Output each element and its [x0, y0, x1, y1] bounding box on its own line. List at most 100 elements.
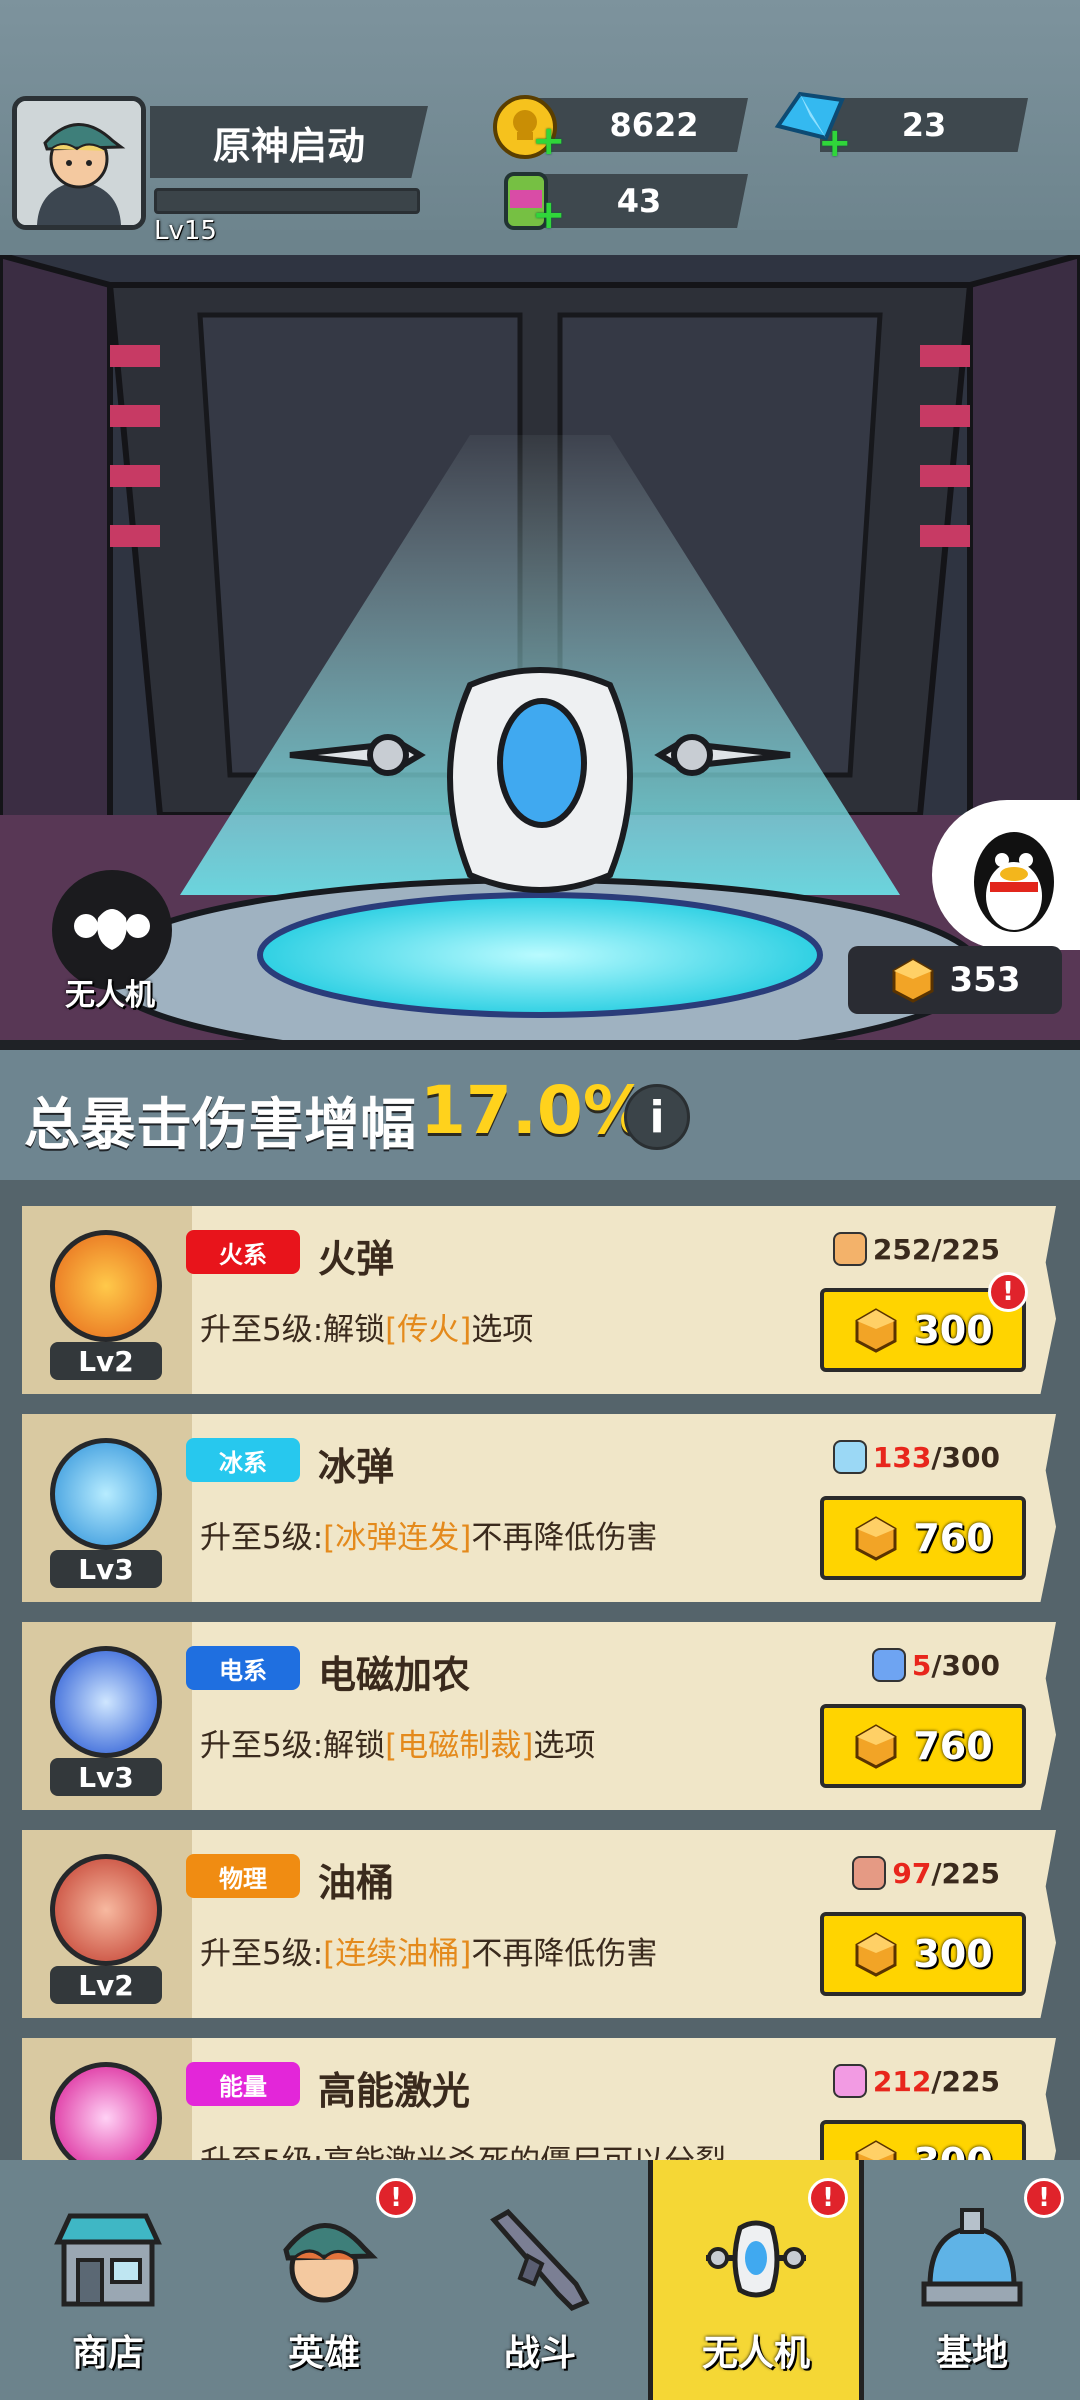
element-tag: 冰系: [186, 1438, 300, 1482]
skill-card-fire-bullet[interactable]: Lv2 火系 火弹 升至5级:解锁[传火]选项 252/225 300: [22, 1206, 1056, 1394]
desc-suffix: 选项: [471, 1312, 534, 1348]
skill-level: Lv3: [50, 1550, 162, 1588]
fire-shard-icon: [832, 1232, 867, 1266]
shard-progress: 5/300: [871, 1648, 1000, 1682]
scene-gem-value: 353: [949, 960, 1021, 1000]
diamond-value: 23: [901, 106, 947, 144]
qq-penguin-icon: [974, 832, 1054, 932]
nav-label: 战斗: [503, 2333, 576, 2374]
desc-prefix: 升至5级:: [200, 1936, 324, 1972]
add-energy-icon[interactable]: +: [532, 192, 566, 238]
skill-description: 升至5级:[连续油桶]不再降低伤害: [200, 1928, 657, 1973]
nav-label: 商店: [71, 2333, 144, 2374]
base-icon: [921, 2208, 1023, 2307]
skill-card-railgun[interactable]: Lv3 电系 电磁加农 升至5级:解锁[电磁制裁]选项 5/300 760: [22, 1622, 1056, 1810]
shard-progress: 252/225: [832, 1232, 1000, 1266]
nav-label: 基地: [935, 2333, 1008, 2374]
bonus-label: 总暴击伤害增幅: [24, 1093, 416, 1158]
add-coins-icon[interactable]: +: [532, 118, 566, 164]
gold-crystal-icon: [855, 1516, 897, 1561]
skill-description: 升至5级:高能激光杀死的僵尸可以分裂: [200, 2136, 726, 2160]
hero-icon: [283, 2223, 378, 2303]
desc-prefix: 升至5级:解锁: [200, 1312, 386, 1348]
nav-label: 英雄: [287, 2333, 360, 2374]
fire-bullet-icon: [50, 1230, 162, 1342]
skill-name: 电磁加农: [318, 1653, 471, 1697]
scene-gem-counter: 353: [848, 946, 1062, 1014]
gun-icon: [490, 2208, 590, 2311]
upgrade-cost: 300: [913, 2140, 992, 2160]
electric-shard-icon: [871, 1648, 906, 1682]
nav-shop[interactable]: 商店: [0, 2160, 216, 2400]
alert-badge-icon: !: [1024, 2178, 1064, 2218]
ice-shard-icon: [832, 1440, 867, 1474]
lightning-icon: [50, 1646, 162, 1758]
player-name: 原神启动: [212, 123, 365, 168]
player-avatar[interactable]: [12, 96, 146, 230]
xp-bar: [154, 188, 420, 214]
bonus-value: 17.0%: [420, 1072, 649, 1149]
desc-highlight: [传火]: [385, 1312, 472, 1348]
skill-description: 升至5级:[冰弹连发]不再降低伤害: [200, 1512, 657, 1557]
skill-name: 油桶: [318, 1861, 395, 1905]
desc-prefix: 升至5级:: [200, 1520, 324, 1556]
skill-list[interactable]: Lv2 火系 火弹 升至5级:解锁[传火]选项 252/225 300 ! Lv…: [0, 1180, 1080, 2160]
skill-description: 升至5级:解锁[电磁制裁]选项: [200, 1720, 595, 1765]
player-level: Lv15: [154, 216, 217, 246]
progress-current: 252: [872, 1232, 932, 1266]
gold-crystal-icon: [855, 1308, 897, 1353]
drone-icon: [706, 2220, 806, 2298]
add-diamonds-icon[interactable]: +: [818, 120, 852, 166]
element-tag: 火系: [186, 1230, 300, 1274]
shop-icon: [54, 2213, 162, 2307]
element-tag: 电系: [186, 1646, 300, 1690]
skill-description: 升至5级:解锁[传火]选项: [200, 1304, 533, 1349]
desc-suffix: 选项: [533, 1728, 596, 1764]
skill-card-oil-barrel[interactable]: Lv2 物理 油桶 升至5级:[连续油桶]不再降低伤害 97/225 300: [22, 1830, 1056, 2018]
progress-current: 97: [892, 1856, 932, 1890]
alert-badge-icon: !: [376, 2178, 416, 2218]
gold-crystal-icon: [855, 2140, 897, 2160]
skill-level: Lv2: [50, 1342, 162, 1380]
skill-level: Lv3: [50, 1758, 162, 1796]
desc-suffix: 不再降低伤害: [471, 1520, 658, 1556]
progress-total: /225: [931, 1856, 1000, 1890]
gold-crystal-icon: [855, 1724, 897, 1769]
progress-total: /225: [931, 1232, 1000, 1266]
energy-value: 43: [616, 182, 662, 220]
barrel-shard-icon: [852, 1856, 887, 1890]
skill-card-laser[interactable]: 能量 高能激光 升至5级:高能激光杀死的僵尸可以分裂 212/225 300: [22, 2038, 1056, 2160]
upgrade-button[interactable]: 760: [820, 1704, 1026, 1788]
upgrade-button[interactable]: 300: [820, 2120, 1026, 2160]
player-name-plate[interactable]: 原神启动: [150, 106, 428, 178]
desc-prefix: 升至5级:解锁: [200, 1728, 386, 1764]
progress-total: /300: [931, 1648, 1000, 1682]
element-tag: 物理: [186, 1854, 300, 1898]
nav-battle[interactable]: 战斗: [432, 2160, 648, 2400]
coin-value: 8622: [609, 106, 699, 144]
upgrade-button[interactable]: 300: [820, 1912, 1026, 1996]
progress-total: /300: [931, 1440, 1000, 1474]
desc-highlight: [连续油桶]: [323, 1936, 472, 1972]
alert-badge-icon: !: [808, 2178, 848, 2218]
drone-button-label: 无人机: [65, 978, 155, 1013]
nav-label: 无人机: [701, 2333, 810, 2374]
gold-crystal-icon: [892, 958, 933, 1003]
info-button[interactable]: i: [624, 1084, 690, 1150]
gold-crystal-icon: [855, 1932, 897, 1977]
shard-progress: 212/225: [832, 2064, 1000, 2098]
desc-suffix: 不再降低伤害: [471, 1936, 658, 1972]
ice-bullet-icon: [50, 1438, 162, 1550]
qq-penguin-button[interactable]: [932, 800, 1080, 950]
laser-shard-icon: [832, 2064, 867, 2098]
oil-barrel-icon: [50, 1854, 162, 1966]
skill-card-ice-bullet[interactable]: Lv3 冰系 冰弹 升至5级:[冰弹连发]不再降低伤害 133/300 760: [22, 1414, 1056, 1602]
upgrade-cost: 760: [913, 1724, 993, 1768]
upgrade-button[interactable]: 760: [820, 1496, 1026, 1580]
desc-highlight: [冰弹连发]: [323, 1520, 472, 1556]
desc-prefix: 升至5级:高能激光杀死的僵尸可以分裂: [200, 2144, 726, 2160]
upgrade-cost: 300: [913, 1932, 993, 1976]
alert-badge-icon: !: [988, 1272, 1028, 1312]
skill-name: 冰弹: [318, 1445, 395, 1489]
shard-progress: 133/300: [832, 1440, 1000, 1474]
